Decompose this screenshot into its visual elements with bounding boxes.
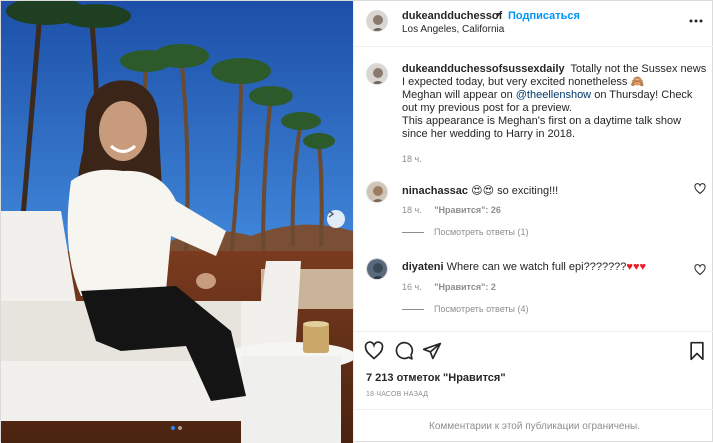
post-photo[interactable] bbox=[1, 1, 353, 443]
post-details-panel: dukeandduchessof • Подписаться Los Angel… bbox=[353, 1, 713, 443]
comment-text: ninachassac 😍😍 so exciting!!! bbox=[402, 184, 682, 197]
avatar-image bbox=[367, 11, 387, 31]
heart-emoji: ♥♥♥ bbox=[626, 261, 647, 273]
post-actions-bar bbox=[354, 331, 713, 371]
comment-body: Where can we watch full epi??????? bbox=[446, 261, 627, 273]
caption-mention-link[interactable]: @theellenshow bbox=[516, 89, 591, 101]
avatar-image bbox=[367, 64, 387, 84]
author-avatar[interactable] bbox=[366, 10, 388, 32]
post-timestamp: 18 ЧАСОВ НАЗАД bbox=[366, 391, 429, 398]
comments-restricted-notice: Комментарии к этой публикации ограничены… bbox=[354, 409, 713, 443]
comment-item: ninachassac 😍😍 so exciting!!! 18 ч. "Нра… bbox=[354, 181, 713, 253]
comment-icon[interactable] bbox=[394, 341, 414, 361]
follow-button[interactable]: Подписаться bbox=[508, 10, 580, 22]
caption-avatar[interactable] bbox=[366, 63, 388, 85]
comment-meta: 18 ч. "Нравится": 26 bbox=[402, 205, 511, 215]
post-likes-count[interactable]: 7 213 отметок "Нравится" bbox=[366, 372, 506, 384]
commenter-avatar[interactable] bbox=[366, 258, 388, 280]
comment-item: diyateni Where can we watch full epi????… bbox=[354, 258, 713, 330]
separator-dot: • bbox=[496, 9, 500, 21]
caption-username[interactable]: dukeandduchessofsussexdaily bbox=[402, 63, 565, 75]
view-replies-label: Посмотреть ответы (1) bbox=[434, 227, 529, 237]
comment-likes[interactable]: "Нравится": 26 bbox=[434, 205, 501, 215]
author-username[interactable]: dukeandduchessof bbox=[402, 10, 502, 22]
comment-text: diyateni Where can we watch full epi????… bbox=[402, 261, 682, 273]
instagram-post: dukeandduchessof • Подписаться Los Angel… bbox=[0, 0, 713, 443]
caption-line-2-start: Meghan will appear on bbox=[402, 89, 516, 101]
view-replies-button[interactable]: Посмотреть ответы (4) bbox=[402, 304, 529, 314]
carousel-dot-active bbox=[171, 426, 175, 430]
more-options-button[interactable] bbox=[688, 13, 704, 29]
comment-body: 😍😍 so exciting!!! bbox=[471, 185, 559, 197]
comment-likes[interactable]: "Нравится": 2 bbox=[434, 282, 496, 292]
caption-text: dukeandduchessofsussexdaily Totally not … bbox=[402, 63, 707, 141]
heart-icon[interactable] bbox=[364, 341, 384, 361]
caption-line-3: This appearance is Meghan's first on a d… bbox=[402, 115, 682, 140]
comment-username[interactable]: diyateni bbox=[402, 261, 444, 273]
comment-username[interactable]: ninachassac bbox=[402, 185, 468, 197]
carousel-next-button[interactable] bbox=[327, 210, 345, 228]
comment-timestamp: 18 ч. bbox=[402, 205, 422, 215]
avatar-image bbox=[367, 182, 387, 202]
comment-like-heart-icon[interactable] bbox=[694, 264, 706, 276]
view-replies-label: Посмотреть ответы (4) bbox=[434, 304, 529, 314]
carousel-indicator bbox=[171, 426, 182, 430]
comment-meta: 16 ч. "Нравится": 2 bbox=[402, 282, 506, 292]
caption-timestamp: 18 ч. bbox=[402, 154, 422, 164]
bookmark-icon[interactable] bbox=[687, 341, 707, 361]
post-header: dukeandduchessof • Подписаться Los Angel… bbox=[354, 1, 713, 47]
commenter-avatar[interactable] bbox=[366, 181, 388, 203]
carousel-dot bbox=[178, 426, 182, 430]
more-dots-icon bbox=[689, 19, 703, 23]
replies-divider bbox=[402, 231, 424, 233]
photo-illustration bbox=[1, 1, 353, 443]
comment-timestamp: 16 ч. bbox=[402, 282, 422, 292]
comment-like-heart-icon[interactable] bbox=[694, 183, 706, 195]
paper-plane-icon[interactable] bbox=[422, 341, 442, 361]
replies-divider bbox=[402, 308, 424, 310]
chevron-right-icon bbox=[328, 210, 335, 218]
avatar-image bbox=[367, 259, 387, 279]
view-replies-button[interactable]: Посмотреть ответы (1) bbox=[402, 227, 529, 237]
post-location[interactable]: Los Angeles, California bbox=[402, 24, 504, 35]
